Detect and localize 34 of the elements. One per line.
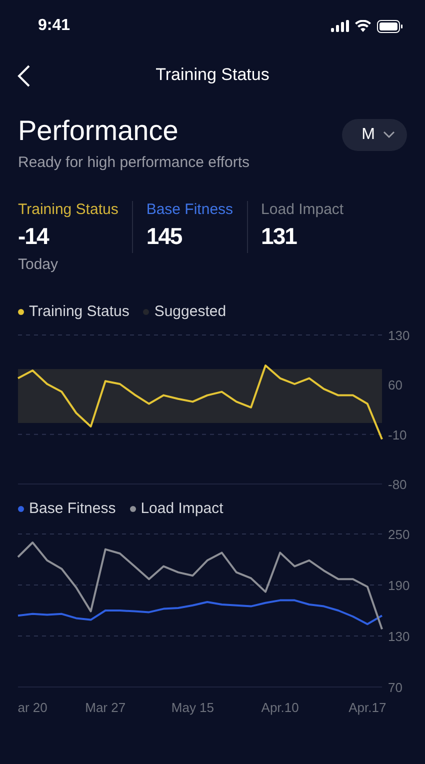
stat-note: Today — [18, 255, 60, 275]
back-icon[interactable] — [17, 65, 31, 87]
section-subtitle: Ready for high performance efforts — [18, 154, 250, 171]
axis-label: Apr.10 — [261, 700, 299, 715]
axis-label: 60 — [388, 378, 402, 393]
axis-label: -80 — [388, 477, 407, 492]
period-dropdown[interactable]: M — [342, 119, 407, 151]
axis-label: 70 — [388, 680, 402, 695]
status-time: 9:41 — [38, 17, 70, 35]
axis-label: 130 — [388, 629, 410, 644]
stat-label: Training Status — [18, 201, 118, 219]
axis-label: 130 — [388, 328, 410, 343]
axis-label: ar 20 — [18, 700, 48, 715]
chevron-icon — [383, 131, 395, 139]
axis-label: Mar 27 — [85, 700, 126, 715]
wifi-icon — [355, 20, 371, 32]
stat-label: Load Impact — [261, 201, 344, 219]
axis-label: May 15 — [171, 700, 214, 715]
axis-label: 190 — [388, 578, 410, 593]
stat-value: -14 — [18, 222, 50, 251]
section-title: Performance — [18, 114, 180, 148]
legend-label: Load Impact — [130, 500, 224, 517]
axis-label: 250 — [388, 527, 410, 542]
legend-label: Training Status — [18, 303, 130, 320]
legend-label: Suggested — [143, 303, 226, 320]
axis-label: -10 — [388, 427, 407, 442]
stat-label: Base Fitness — [146, 201, 234, 219]
page-title: Training Status — [156, 65, 270, 85]
axis-label: Apr.17 — [348, 700, 386, 715]
legend-label: Base Fitness — [18, 500, 116, 517]
stat-value: 145 — [146, 222, 183, 251]
battery-icon — [377, 20, 403, 32]
stat-value: 131 — [261, 222, 298, 251]
signal-icon — [331, 20, 349, 32]
